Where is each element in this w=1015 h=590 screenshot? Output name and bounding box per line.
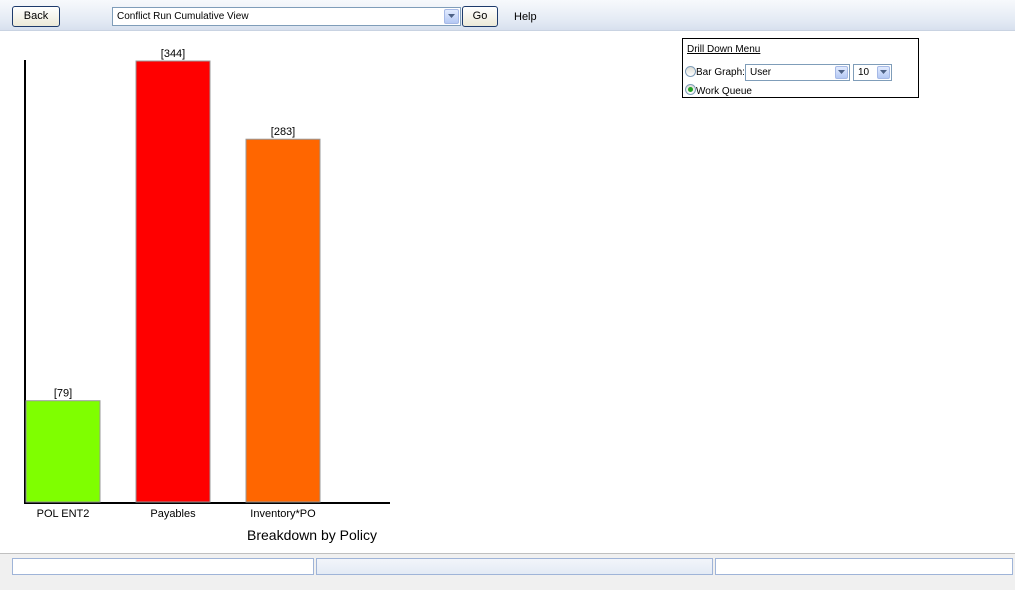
- category-label: Payables: [150, 508, 196, 520]
- bar-payables[interactable]: [135, 60, 211, 503]
- work-queue-label: Work Queue: [696, 86, 752, 97]
- count-select[interactable]: 10: [853, 64, 892, 81]
- chevron-down-icon[interactable]: [877, 66, 890, 79]
- bar-chart: [79] POL ENT2 [344] Payables [283] Inventory*…: [24, 48, 390, 543]
- category-label: POL ENT2: [37, 508, 90, 520]
- view-select[interactable]: Conflict Run Cumulative View: [112, 7, 461, 26]
- bar-graph-label: Bar Graph:: [696, 67, 745, 78]
- toolbar: Back Conflict Run Cumulative View Go Hel…: [0, 0, 1015, 31]
- x-axis-title: Breakdown by Policy: [247, 527, 377, 543]
- bar-value-label: [283]: [271, 126, 295, 138]
- go-button[interactable]: Go: [462, 6, 498, 27]
- view-select-value: Conflict Run Cumulative View: [117, 11, 249, 22]
- count-select-value: 10: [858, 67, 870, 78]
- help-link[interactable]: Help: [514, 11, 537, 23]
- drill-down-menu: Drill Down Menu Bar Graph: User 10 Work …: [682, 38, 919, 98]
- status-panel-left: [12, 558, 314, 575]
- bar-graph-select-value: User: [750, 67, 772, 78]
- bar-value-label: [79]: [54, 388, 72, 400]
- status-panel-right: [715, 558, 1013, 575]
- status-bar: [0, 553, 1015, 590]
- bar-graph-select[interactable]: User: [745, 64, 850, 81]
- drill-down-menu-title[interactable]: Drill Down Menu: [687, 44, 760, 55]
- bar-pol-ent2[interactable]: [25, 400, 101, 503]
- back-button[interactable]: Back: [12, 6, 60, 27]
- bar-graph-radio[interactable]: [685, 66, 696, 77]
- chevron-down-icon[interactable]: [835, 66, 848, 79]
- category-label: Inventory*PO: [250, 508, 316, 520]
- chevron-down-icon[interactable]: [444, 9, 459, 24]
- work-queue-radio[interactable]: [685, 84, 696, 95]
- bar-value-label: [344]: [161, 48, 185, 60]
- status-panel-middle: [316, 558, 713, 575]
- bar-inventory-po[interactable]: [245, 138, 321, 503]
